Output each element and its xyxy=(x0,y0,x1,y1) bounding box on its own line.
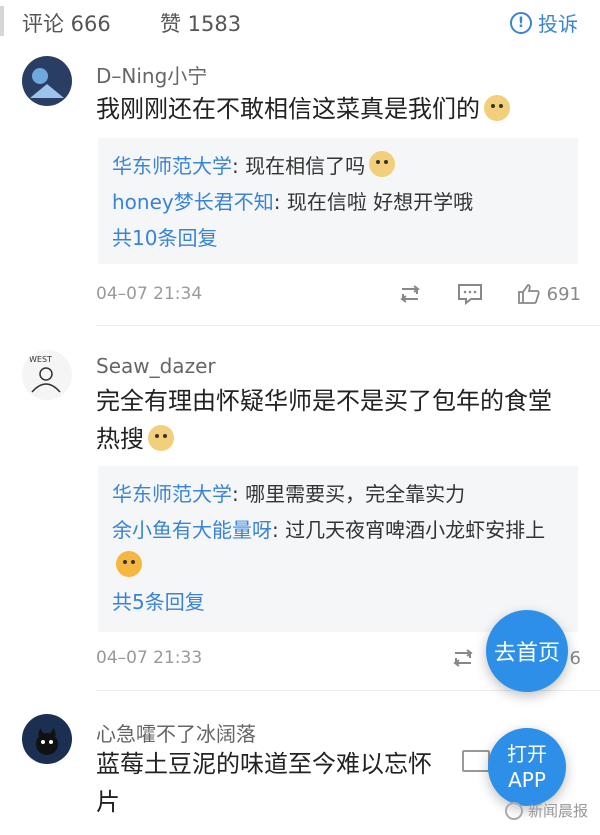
comment-text: 我刚刚还在不敢相信这菜真是我们的 xyxy=(96,90,566,128)
reply-text: : 现在信啦 好想开学哦 xyxy=(273,190,474,214)
like-count: 6 xyxy=(569,647,581,669)
watermark: 新闻晨报 xyxy=(504,800,588,821)
thumbs-up-icon xyxy=(517,284,540,304)
reply-username[interactable]: 华东师范大学 xyxy=(112,482,232,506)
open-app-line1: 打开 xyxy=(507,742,547,766)
avatar[interactable]: WEST xyxy=(22,350,72,400)
divider xyxy=(96,325,600,326)
open-app-line2: APP xyxy=(508,768,546,792)
report-label: 投诉 xyxy=(538,12,578,36)
like-button[interactable]: 6 xyxy=(570,648,581,669)
comment-time: 04–07 21:33 xyxy=(96,648,203,668)
header-accent xyxy=(0,6,4,36)
comment-body: 我刚刚还在不敢相信这菜真是我们的 xyxy=(96,95,480,123)
reply-text: : 哪里需要买，完全靠实力 xyxy=(232,482,466,506)
reply-line: 华东师范大学: 现在相信了吗 xyxy=(112,148,564,184)
doge-emoji-icon xyxy=(369,151,396,177)
comment-header-bar: 评论 666 赞 1583 ! 投诉 xyxy=(0,0,600,44)
reply-line: 华东师范大学: 哪里需要买，完全靠实力 xyxy=(112,476,564,512)
avatar[interactable] xyxy=(22,56,72,106)
repost-icon xyxy=(399,285,420,303)
username[interactable]: 心急嚯不了冰阔落 xyxy=(96,718,256,747)
share-button[interactable] xyxy=(450,647,476,669)
open-app-label: 打开 APP xyxy=(507,741,547,793)
reply-text: : 现在相信了吗 xyxy=(232,154,366,178)
like-count: 691 xyxy=(546,283,581,305)
comment-icon xyxy=(457,284,482,305)
doge-emoji-icon xyxy=(148,425,174,451)
svg-text:WEST: WEST xyxy=(29,355,52,364)
comment-body-tail: 片 xyxy=(96,788,120,816)
doge-emoji-icon xyxy=(484,95,510,121)
reply-username[interactable]: 余小鱼有大能量呀 xyxy=(112,518,272,542)
image-icon[interactable] xyxy=(462,750,490,772)
repost-icon xyxy=(452,649,473,667)
reply-line: honey梦长君不知: 现在信啦 好想开学哦 xyxy=(112,184,564,220)
reply-line: 余小鱼有大能量呀: 过几天夜宵啤酒小龙虾安排上 xyxy=(112,512,552,584)
tab-likes[interactable]: 赞 1583 xyxy=(160,8,241,38)
avatar[interactable] xyxy=(22,714,72,764)
watermark-text: 新闻晨报 xyxy=(527,802,588,820)
report-button[interactable]: ! 投诉 xyxy=(510,8,578,37)
share-button[interactable] xyxy=(397,283,423,305)
reply-username[interactable]: 华东师范大学 xyxy=(112,154,232,178)
reply-box[interactable]: 华东师范大学: 现在相信了吗 honey梦长君不知: 现在信啦 好想开学哦 共1… xyxy=(98,138,578,264)
comment-actions: 691 xyxy=(397,283,581,305)
laughing-emoji-icon xyxy=(116,551,142,577)
like-button[interactable]: 691 xyxy=(517,283,581,305)
go-home-button[interactable]: 去首页 xyxy=(486,610,568,692)
comment-time: 04–07 21:34 xyxy=(96,284,203,304)
reply-button[interactable] xyxy=(457,283,483,305)
info-icon: ! xyxy=(510,11,532,34)
open-app-button[interactable]: 打开 APP xyxy=(488,728,566,806)
comment-text: 完全有理由怀疑华师是不是买了包年的食堂热搜 xyxy=(96,382,566,458)
reply-username[interactable]: honey梦长君不知 xyxy=(112,190,274,214)
username[interactable]: D–Ning小宁 xyxy=(96,60,207,89)
reply-text: : 过几天夜宵啤酒小龙虾安排上 xyxy=(272,518,546,542)
username[interactable]: Seaw_dazer xyxy=(96,354,216,378)
comment-body: 蓝莓土豆泥的味道至今难以忘怀 xyxy=(96,750,432,778)
tab-comments[interactable]: 评论 666 xyxy=(22,8,111,38)
more-replies-link[interactable]: 共10条回复 xyxy=(112,220,564,256)
wechat-icon xyxy=(504,801,523,820)
more-replies-link[interactable]: 共5条回复 xyxy=(112,584,564,620)
reply-box[interactable]: 华东师范大学: 哪里需要买，完全靠实力 余小鱼有大能量呀: 过几天夜宵啤酒小龙虾… xyxy=(98,466,578,632)
comment-meta: 04–07 21:34 691 xyxy=(96,279,581,309)
